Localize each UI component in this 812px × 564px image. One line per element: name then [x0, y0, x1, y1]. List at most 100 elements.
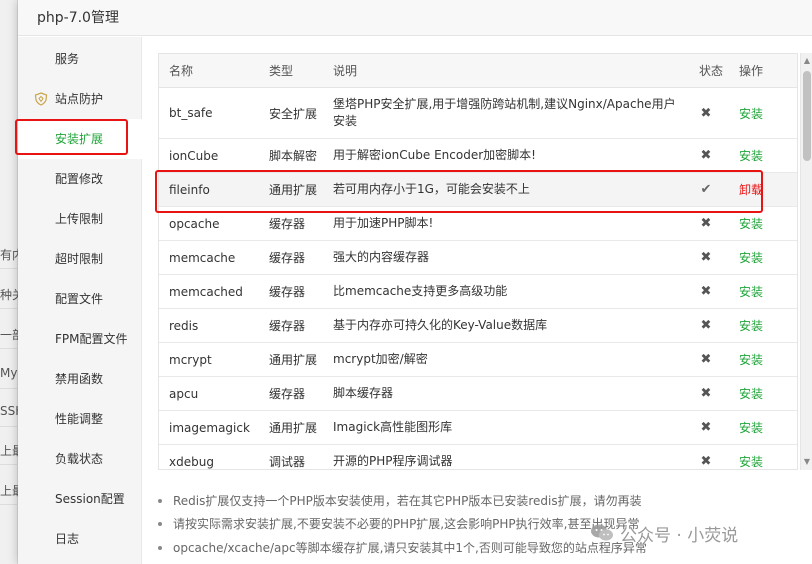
- column-header-name: 名称: [169, 64, 194, 78]
- background-text: MyS: [0, 366, 18, 380]
- background-divider: [0, 464, 18, 465]
- background-text: 上最: [0, 484, 18, 498]
- bullet-icon: [158, 499, 162, 503]
- table-row: xdebug 调试器 开源的PHP程序调试器 ✖ 安装: [159, 445, 797, 469]
- background-divider: [0, 348, 18, 349]
- extension-table: 名称 类型 说明 状态 操作 bt_safe 安全扩展 堡塔PHP安全扩展,用于…: [158, 53, 798, 470]
- background-text: 一部: [0, 328, 18, 342]
- wechat-icon: [591, 524, 613, 541]
- install-button[interactable]: 安装: [739, 241, 763, 274]
- install-button[interactable]: 安装: [739, 343, 763, 376]
- not-installed-icon: ✖: [700, 318, 712, 333]
- sidebar-item-disabled-functions[interactable]: 禁用函数: [18, 359, 142, 399]
- sidebar-item-performance-tuning[interactable]: 性能调整: [18, 399, 142, 439]
- install-button[interactable]: 安装: [739, 309, 763, 342]
- dialog-sidebar: 服务 站点防护 安装扩展 配置修改 上传限制 超时限制 配置文件 FPM配置文件: [18, 37, 142, 564]
- highlight-box-install-extensions: [15, 119, 128, 155]
- not-installed-icon: ✖: [700, 352, 712, 367]
- sidebar-item-label: 性能调整: [55, 412, 104, 426]
- extension-desc: 基于内存亦可持久化的Key-Value数据库: [333, 318, 548, 332]
- extension-type: 安全扩展: [269, 106, 318, 121]
- column-header-desc: 说明: [333, 64, 358, 78]
- sidebar-item-service[interactable]: 服务: [18, 39, 142, 79]
- install-button[interactable]: 安装: [739, 411, 763, 444]
- extension-desc: Imagick高性能图形库: [333, 420, 453, 434]
- sidebar-item-label: 日志: [55, 532, 80, 546]
- extension-desc: 用于解密ionCube Encoder加密脚本!: [333, 148, 536, 162]
- sidebar-item-logs[interactable]: 日志: [18, 519, 142, 559]
- install-button[interactable]: 安装: [739, 207, 763, 240]
- sidebar-item-label: FPM配置文件: [55, 332, 128, 346]
- extension-name: imagemagick: [169, 420, 250, 435]
- extension-desc: mcrypt加密/解密: [333, 352, 428, 366]
- extension-desc: 若可用内存小于1G，可能会安装不上: [333, 182, 530, 196]
- background-text: SSH: [0, 404, 18, 418]
- sidebar-item-label: 超时限制: [55, 252, 104, 266]
- extension-type: 缓存器: [269, 217, 306, 231]
- sidebar-item-timeout-limit[interactable]: 超时限制: [18, 239, 142, 279]
- scroll-up-arrow-icon[interactable]: ▲: [801, 55, 812, 67]
- extension-name: xdebug: [169, 454, 214, 469]
- sidebar-item-config-edit[interactable]: 配置修改: [18, 159, 142, 199]
- php-manage-dialog: php-7.0管理 服务 站点防护 安装扩展 配置修改 上传限制 超时限制 配置…: [18, 0, 812, 564]
- extension-desc: 强大的内容缓存器: [333, 250, 430, 264]
- not-installed-icon: ✖: [700, 386, 712, 401]
- extension-name: memcache: [169, 250, 236, 265]
- installed-check-icon: ✔: [700, 182, 712, 197]
- extension-type: 通用扩展: [269, 353, 318, 367]
- table-row: memcache 缓存器 强大的内容缓存器 ✖ 安装: [159, 241, 797, 275]
- extension-type: 调试器: [269, 455, 306, 469]
- sidebar-item-label: 上传限制: [55, 212, 104, 226]
- not-installed-icon: ✖: [700, 250, 712, 265]
- extension-name: memcached: [169, 284, 243, 299]
- table-row: ionCube 脚本解密 用于解密ionCube Encoder加密脚本! ✖ …: [159, 139, 797, 173]
- sidebar-item-load-status[interactable]: 负载状态: [18, 439, 142, 479]
- not-installed-icon: ✖: [700, 420, 712, 435]
- bullet-icon: [158, 546, 162, 550]
- background-divider: [0, 426, 18, 427]
- extension-desc: 堡塔PHP安全扩展,用于增强防跨站机制,建议Nginx/Apache用户安装: [333, 97, 676, 128]
- scroll-down-arrow-icon[interactable]: ▼: [801, 456, 812, 468]
- not-installed-icon: ✖: [700, 454, 712, 469]
- table-row: imagemagick 通用扩展 Imagick高性能图形库 ✖ 安装: [159, 411, 797, 445]
- sidebar-item-config-file[interactable]: 配置文件: [18, 279, 142, 319]
- dialog-title[interactable]: php-7.0管理: [18, 0, 812, 36]
- install-button[interactable]: 安装: [739, 445, 763, 469]
- extension-desc: 脚本缓存器: [333, 386, 394, 400]
- sidebar-item-label: 禁用函数: [55, 372, 104, 386]
- extension-name: bt_safe: [169, 106, 213, 120]
- install-button[interactable]: 安装: [739, 377, 763, 410]
- extension-type: 通用扩展: [269, 421, 318, 435]
- install-button[interactable]: 安装: [739, 139, 763, 172]
- install-button[interactable]: 安装: [739, 275, 763, 308]
- scrollbar-thumb[interactable]: [803, 71, 811, 161]
- not-installed-icon: ✖: [700, 148, 712, 163]
- table-row: opcache 缓存器 用于加速PHP脚本! ✖ 安装: [159, 207, 797, 241]
- extension-type: 脚本解密: [269, 149, 318, 163]
- extension-name: mcrypt: [169, 352, 212, 367]
- extension-name: opcache: [169, 216, 220, 231]
- table-scrollbar[interactable]: ▲ ▼: [800, 53, 812, 470]
- background-text: 上最: [0, 444, 18, 458]
- sidebar-item-label: Session配置: [55, 492, 125, 506]
- shield-icon: [34, 92, 48, 106]
- column-header-status: 状态: [699, 64, 724, 78]
- sidebar-item-label: 服务: [55, 52, 80, 66]
- sidebar-item-session-config[interactable]: Session配置: [18, 479, 142, 519]
- sidebar-item-upload-limit[interactable]: 上传限制: [18, 199, 142, 239]
- sidebar-item-fpm-config-file[interactable]: FPM配置文件: [18, 319, 142, 359]
- bullet-icon: [158, 522, 162, 526]
- table-row: redis 缓存器 基于内存亦可持久化的Key-Value数据库 ✖ 安装: [159, 309, 797, 343]
- column-header-type: 类型: [269, 64, 294, 78]
- not-installed-icon: ✖: [700, 105, 712, 121]
- table-row: bt_safe 安全扩展 堡塔PHP安全扩展,用于增强防跨站机制,建议Nginx…: [159, 88, 797, 139]
- extension-type: 通用扩展: [269, 183, 318, 197]
- install-button[interactable]: 安装: [739, 88, 763, 138]
- extension-desc: 比memcache支持更多高级功能: [333, 284, 508, 298]
- uninstall-button[interactable]: 卸载: [739, 173, 763, 206]
- table-header-row: 名称 类型 说明 状态 操作: [159, 54, 797, 88]
- sidebar-item-site-protection[interactable]: 站点防护: [18, 79, 142, 119]
- background-divider: [0, 308, 18, 309]
- sidebar-item-label: 配置修改: [55, 172, 104, 186]
- column-header-action: 操作: [739, 64, 764, 78]
